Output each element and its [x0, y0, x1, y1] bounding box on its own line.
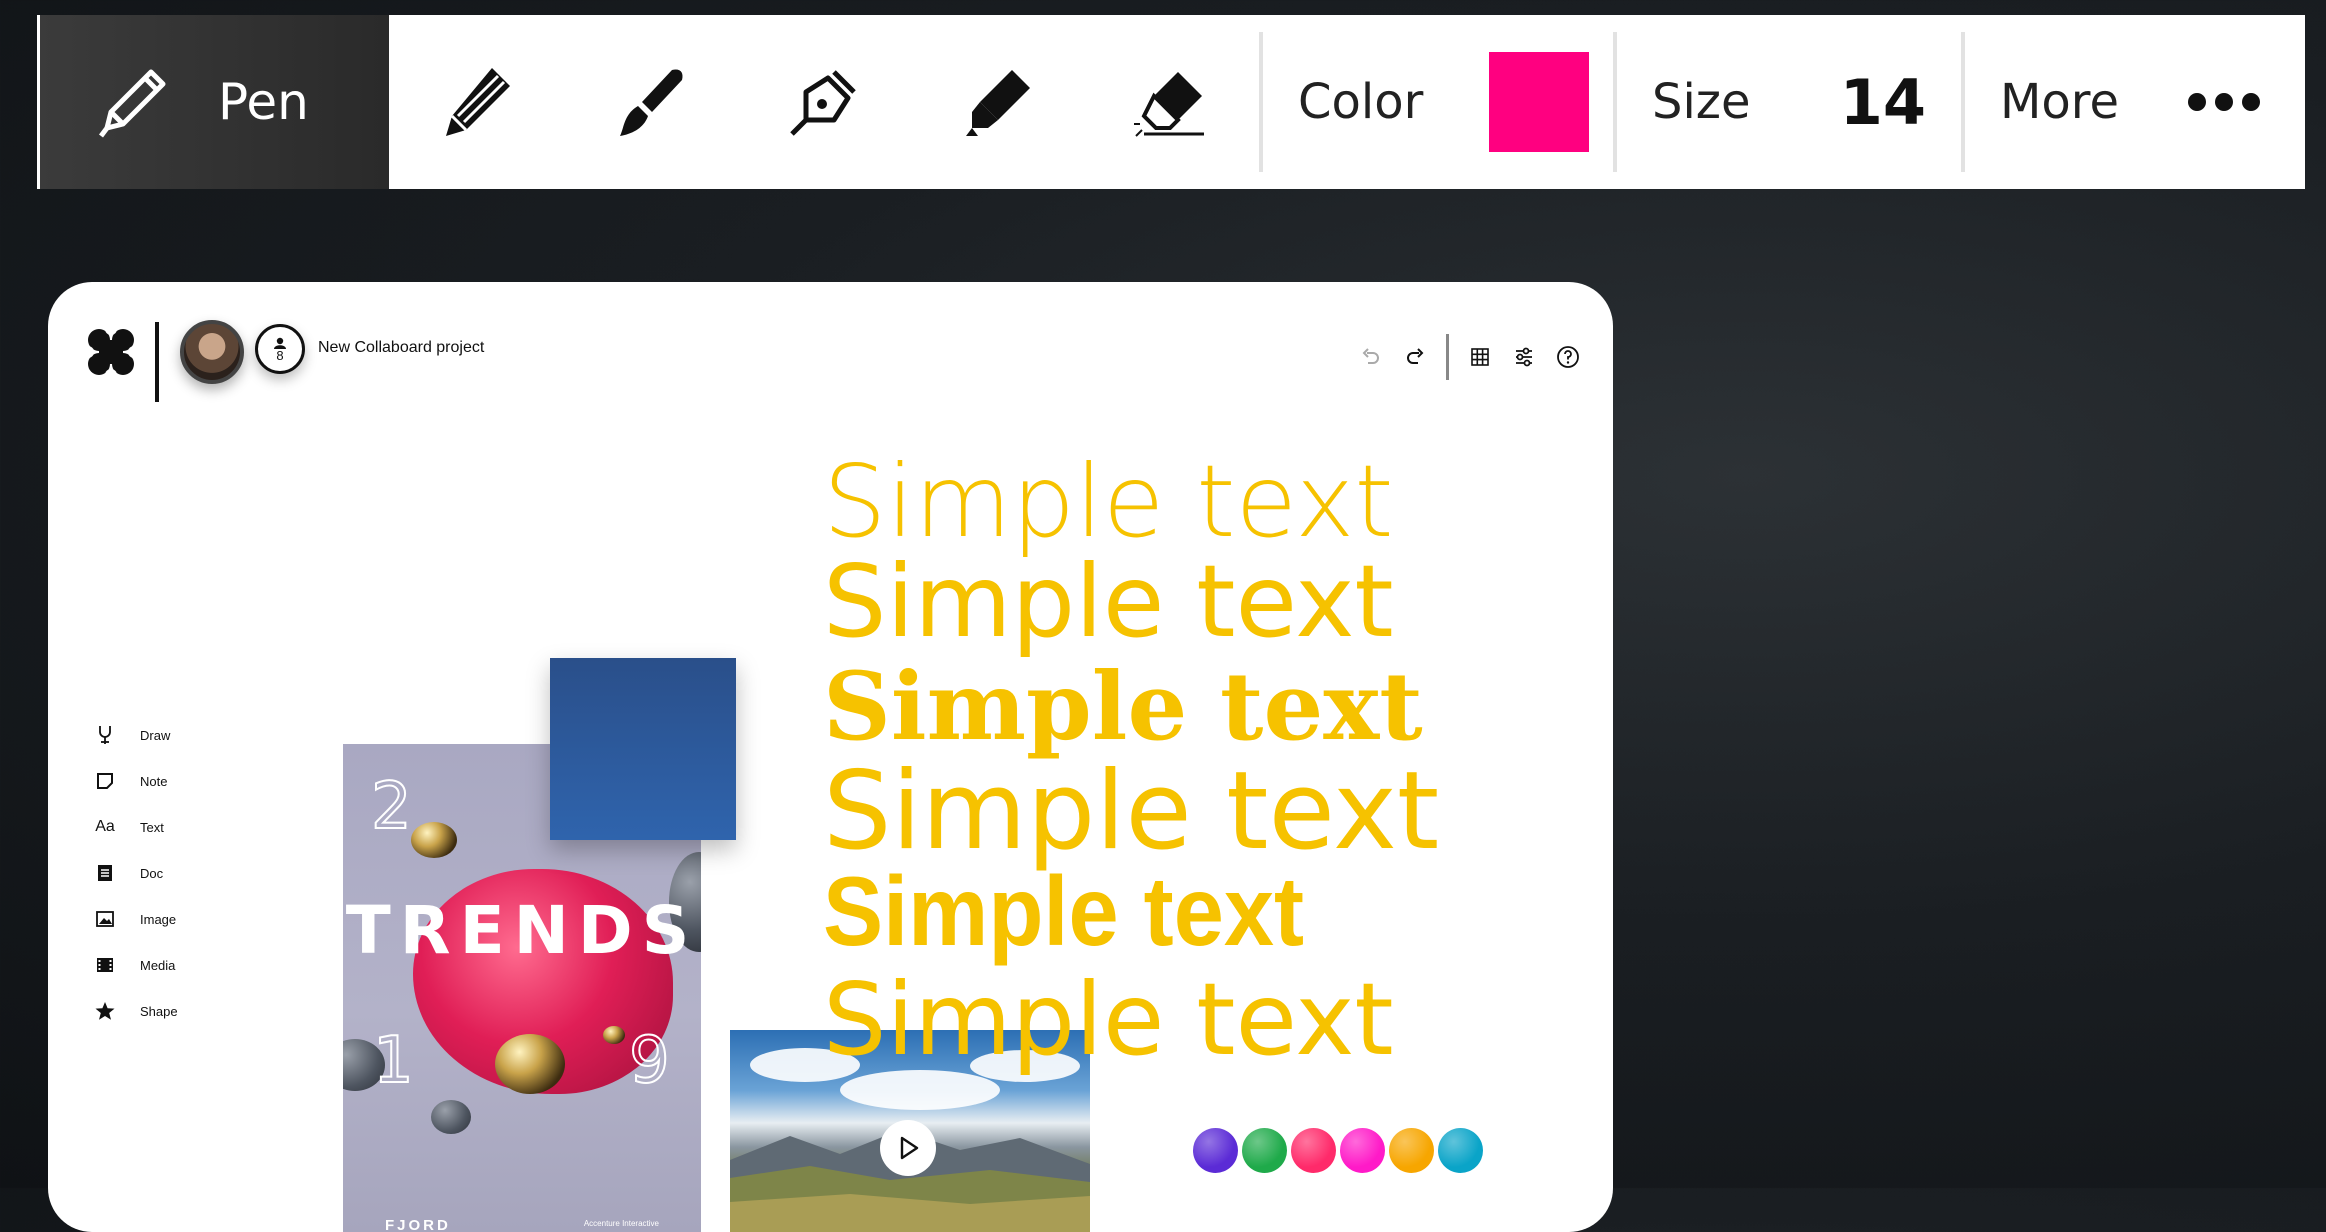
poster-rock-shape — [431, 1100, 471, 1134]
grid-icon — [1471, 348, 1489, 366]
poster-gold-shape — [495, 1034, 565, 1094]
pencil-tool-button[interactable] — [389, 15, 563, 189]
text-samples: Simple text Simple text Simple text Simp… — [823, 452, 1439, 1070]
eraser-tool-button[interactable] — [1085, 15, 1259, 189]
poster-footer-small: Accenture Interactive — [583, 1219, 659, 1228]
text-sample[interactable]: Simple text — [823, 970, 1439, 1070]
poster-footer: FJORD — [385, 1217, 451, 1232]
board-tool-sidebar: Draw Note Aa Text Doc Image Media Shape — [92, 712, 178, 1034]
header-actions — [1358, 334, 1599, 380]
color-palette — [1193, 1128, 1483, 1173]
note-icon — [92, 772, 118, 790]
participants-count: 8 — [276, 347, 284, 363]
header-actions-divider — [1446, 334, 1449, 380]
image-icon — [92, 911, 118, 927]
sliders-icon — [1516, 347, 1532, 367]
palette-color-dot[interactable] — [1438, 1128, 1483, 1173]
redo-icon — [1407, 348, 1424, 364]
text-sample[interactable]: Simple text — [823, 862, 1390, 970]
fountain-pen-tool-button[interactable] — [737, 15, 911, 189]
palette-color-dot[interactable] — [1242, 1128, 1287, 1173]
text-sample[interactable]: Simple text — [823, 660, 1439, 756]
participants-badge[interactable]: 8 — [255, 324, 305, 374]
palette-color-dot[interactable] — [1389, 1128, 1434, 1173]
sidebar-item-media[interactable]: Media — [92, 942, 178, 988]
project-name[interactable]: New Collaboard project — [318, 339, 484, 357]
palette-color-dot[interactable] — [1340, 1128, 1385, 1173]
eraser-icon — [1134, 72, 1204, 137]
sidebar-item-label: Draw — [140, 727, 171, 743]
palette-color-dot[interactable] — [1291, 1128, 1336, 1173]
pen-tool-group — [389, 15, 1259, 189]
undo-icon — [1362, 348, 1379, 364]
size-section: Size 14 — [1617, 15, 1961, 189]
highlighter-icon — [966, 70, 1030, 136]
pen-toolbar: Pen Color Size 14 More — [37, 15, 2305, 189]
sidebar-item-label: Doc — [140, 865, 164, 881]
user-icon — [274, 337, 286, 349]
poster-title: TRENDS — [345, 892, 699, 969]
settings-button[interactable] — [1511, 344, 1537, 370]
help-icon — [1557, 346, 1579, 368]
poster-number: 1 — [372, 1023, 415, 1099]
media-icon — [92, 957, 118, 973]
highlighter-tool-button[interactable] — [911, 15, 1085, 189]
poster-number: 9 — [628, 1023, 671, 1099]
more-label: More — [2000, 74, 2119, 130]
help-button[interactable] — [1555, 344, 1581, 370]
header-divider — [155, 322, 159, 402]
text-sample[interactable]: Simple text — [823, 758, 1439, 866]
palette-color-dot[interactable] — [1193, 1128, 1238, 1173]
brush-tool-button[interactable] — [563, 15, 737, 189]
text-sample[interactable]: Simple text — [823, 452, 1439, 552]
pen-mode-button[interactable]: Pen — [37, 15, 389, 189]
color-swatch[interactable] — [1489, 52, 1590, 152]
grid-button[interactable] — [1467, 344, 1493, 370]
sidebar-item-label: Note — [140, 773, 168, 789]
draw-icon — [92, 724, 118, 746]
poster-gold-shape — [603, 1026, 625, 1044]
sidebar-item-draw[interactable]: Draw — [92, 712, 178, 758]
poster-gold-shape — [411, 822, 457, 858]
brush-icon — [620, 69, 683, 136]
size-value[interactable]: 14 — [1840, 66, 1926, 139]
sidebar-item-image[interactable]: Image — [92, 896, 178, 942]
avatar[interactable] — [180, 320, 244, 384]
collaboard-window: 8 New Collaboard project Draw Note Aa Te… — [48, 282, 1613, 1232]
text-icon: Aa — [95, 818, 115, 835]
color-label: Color — [1298, 74, 1424, 130]
collaboard-logo-icon[interactable] — [82, 323, 140, 382]
fountain-pen-icon — [790, 70, 856, 136]
sidebar-item-label: Shape — [140, 1003, 178, 1019]
play-button[interactable] — [880, 1120, 936, 1176]
blue-square-shape[interactable] — [550, 658, 736, 840]
play-icon — [900, 1136, 919, 1160]
more-dots-icon — [2188, 93, 2260, 111]
more-button[interactable]: More — [1965, 15, 2305, 189]
pen-icon — [78, 62, 188, 142]
sidebar-item-note[interactable]: Note — [92, 758, 178, 804]
text-sample[interactable]: Simple text — [823, 552, 1439, 654]
sidebar-item-shape[interactable]: Shape — [92, 988, 178, 1034]
poster-number: 2 — [370, 769, 413, 845]
doc-icon — [92, 864, 118, 882]
sidebar-item-label: Media — [140, 957, 176, 973]
pen-mode-label: Pen — [218, 73, 309, 131]
color-section: Color — [1263, 15, 1613, 189]
sidebar-item-label: Text — [140, 819, 164, 835]
size-label: Size — [1652, 74, 1751, 130]
sidebar-item-text[interactable]: Aa Text — [92, 804, 178, 850]
redo-button[interactable] — [1402, 344, 1428, 370]
sidebar-item-label: Image — [140, 911, 177, 927]
shape-icon — [92, 1001, 118, 1021]
undo-button[interactable] — [1358, 344, 1384, 370]
pencil-icon — [446, 68, 510, 136]
sidebar-item-doc[interactable]: Doc — [92, 850, 178, 896]
